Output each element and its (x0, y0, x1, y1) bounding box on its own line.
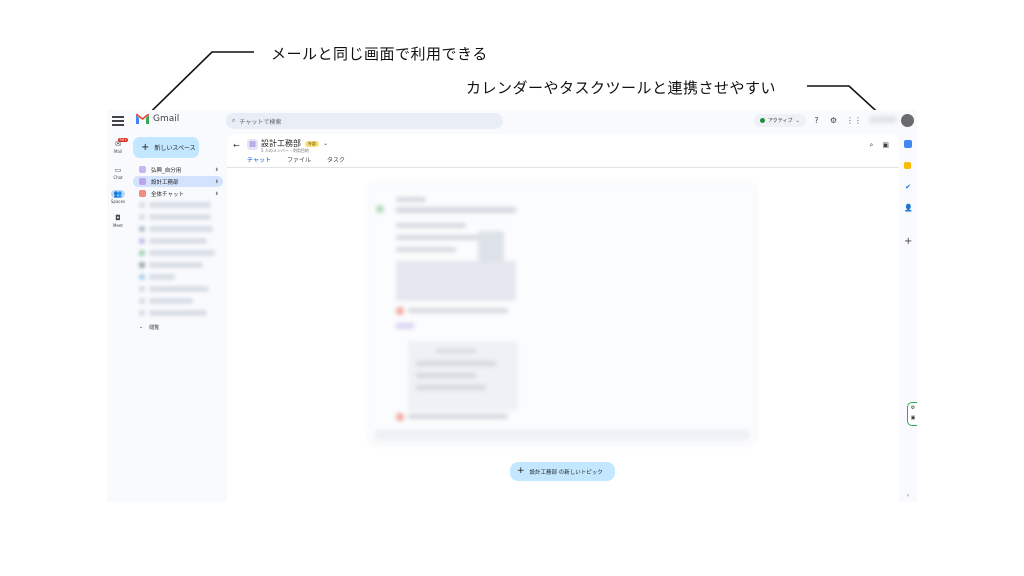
contacts-icon[interactable]: 👤 (904, 204, 913, 212)
blurred-space-icon (139, 286, 145, 292)
new-space-button[interactable]: + 新しいスペース (133, 137, 199, 158)
avatar[interactable] (901, 114, 914, 127)
room-icon: ▤ (247, 139, 258, 150)
side-panel-widget-icon[interactable]: ⚙ ▣ (907, 402, 917, 426)
blurred-space-row (149, 214, 211, 220)
annotation-right: カレンダーやタスクツールと連携させやすい (466, 79, 777, 97)
space-item[interactable]: 弘興_自分用 ⇟ (133, 164, 223, 175)
space-label: 設計工務部 (151, 179, 179, 186)
status-label: アクティブ (768, 118, 793, 124)
space-item-selected[interactable]: 設計工務部 ⇟ (133, 176, 223, 187)
pin-icon: ⇟ (214, 178, 219, 185)
chevron-down-icon: ⌄ (139, 324, 144, 330)
search-input[interactable]: ⌕ チャットで検索 (226, 113, 503, 129)
blurred-space-row (149, 226, 213, 232)
blurred-space-icon (139, 250, 145, 256)
gmail-window: Gmail ⌕ チャットで検索 アクティブ ⌄ ? ⚙ ⋮⋮ ✉ 99+ Mai… (107, 110, 917, 502)
space-item[interactable]: 全体チャット ⇟ (133, 188, 223, 199)
divider (227, 167, 899, 168)
annotation-top: メールと同じ画面で利用できる (271, 45, 488, 63)
rail-meet-label: Meet (113, 223, 123, 228)
new-topic-label: 設計工務部 の新しいトピック (529, 469, 603, 476)
rail-mail-label: Mail (113, 149, 123, 154)
plus-icon: + (141, 141, 150, 153)
search-icon[interactable]: ⌕ (869, 141, 873, 150)
blurred-space-icon (139, 310, 145, 316)
browse-section-label: 閲覧 (149, 325, 160, 331)
chevron-right-icon[interactable]: › (904, 492, 912, 500)
pin-icon: ⇟ (214, 166, 219, 173)
chevron-down-icon: ⌄ (323, 140, 329, 147)
tasks-icon[interactable]: ✔ (904, 183, 912, 191)
space-main-panel: ← ▤ 設計工務部 外部 ⌄ 5 人のメンバー・利用目的 ⌕ ▣ チャット ファ… (227, 134, 899, 502)
search-icon: ⌕ (232, 117, 236, 124)
space-icon (139, 190, 146, 197)
help-icon[interactable]: ? (812, 116, 821, 125)
mail-badge: 99+ (118, 138, 129, 142)
back-arrow-icon[interactable]: ← (233, 141, 240, 150)
blurred-space-icon (139, 226, 145, 232)
meet-icon: ◘ (115, 214, 121, 222)
external-badge: 外部 (305, 140, 319, 147)
room-subtitle: 5 人のメンバー・利用目的 (261, 148, 309, 153)
add-addon-icon[interactable]: + (904, 237, 912, 247)
blurred-thread (367, 182, 757, 446)
rail-chat[interactable]: ▭ Chat (107, 166, 129, 180)
app-name: Gmail (153, 114, 180, 124)
status-dot-icon (760, 118, 765, 123)
spaces-icon: 👥 (111, 190, 125, 198)
status-selector[interactable]: アクティブ ⌄ (754, 114, 806, 127)
blurred-space-icon (139, 262, 145, 268)
blurred-space-row (149, 202, 211, 208)
space-label: 弘興_自分用 (151, 167, 182, 174)
chat-icon: ▭ (114, 166, 122, 174)
blurred-space-icon (139, 274, 145, 280)
side-panel: ✔ 👤 + ⚙ ▣ › (899, 134, 917, 502)
blurred-space-row (149, 286, 209, 292)
blurred-space-row (149, 274, 175, 280)
pin-icon: ⇟ (214, 190, 219, 197)
keep-icon[interactable] (904, 162, 911, 169)
rail-spaces[interactable]: 👥 Spaces (107, 190, 129, 204)
rail-spaces-label: Spaces (110, 199, 126, 204)
blurred-space-row (149, 310, 207, 316)
menu-icon[interactable] (112, 116, 124, 126)
rail-mail[interactable]: ✉ 99+ Mail (107, 138, 129, 154)
new-topic-button[interactable]: + 設計工務部 の新しいトピック (510, 462, 615, 481)
blurred-space-row (149, 238, 207, 244)
gmail-logo[interactable]: Gmail (136, 114, 179, 124)
rail-chat-label: Chat (113, 175, 123, 180)
account-name-blurred (869, 116, 897, 123)
blurred-space-icon (139, 238, 145, 244)
gear-icon[interactable]: ⚙ (829, 116, 838, 125)
nav-rail: ✉ 99+ Mail ▭ Chat 👥 Spaces ◘ Meet (107, 134, 129, 502)
calendar-icon[interactable] (904, 140, 912, 148)
chevron-down-icon: ⌄ (795, 117, 800, 124)
picture-in-picture-icon[interactable]: ▣ (882, 141, 889, 150)
new-space-label: 新しいスペース (154, 145, 196, 152)
blurred-space-row (149, 250, 215, 256)
blurred-space-icon (139, 214, 145, 220)
gmail-m-icon (136, 114, 149, 124)
blurred-space-row (149, 262, 203, 268)
space-label: 全体チャット (151, 191, 184, 198)
blurred-space-icon (139, 202, 145, 208)
browse-section[interactable]: ⌄ 閲覧 (139, 324, 159, 331)
space-icon (139, 166, 146, 173)
apps-grid-icon[interactable]: ⋮⋮ (846, 116, 862, 125)
blurred-space-icon (139, 298, 145, 304)
spaces-list: + 新しいスペース 弘興_自分用 ⇟ 設計工務部 ⇟ 全体チャット ⇟ ⌄ 閲覧 (129, 134, 227, 502)
space-icon (139, 178, 146, 185)
blurred-space-row (149, 298, 193, 304)
search-placeholder: チャットで検索 (239, 118, 282, 126)
plus-icon: + (517, 466, 525, 476)
rail-meet[interactable]: ◘ Meet (107, 214, 129, 228)
